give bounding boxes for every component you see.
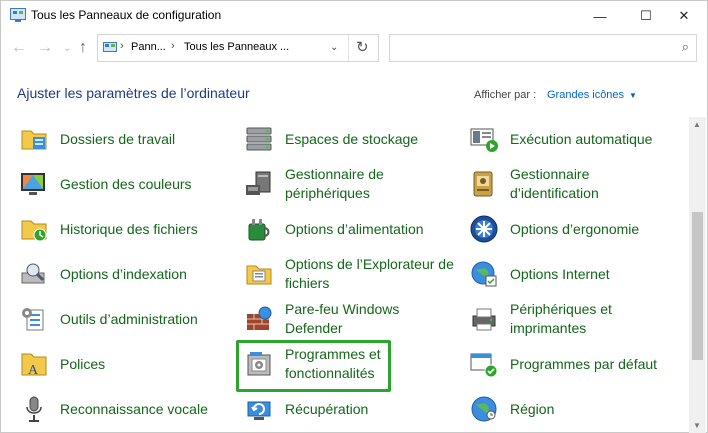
address-divider [348,35,349,61]
search-box[interactable]: ⌕ [389,34,697,62]
item-default-programs[interactable]: Programmes par défaut [469,342,679,386]
item-label: Options d’ergonomie [510,220,640,237]
scroll-up-icon[interactable]: ▲ [693,120,701,129]
item-file-explorer-options[interactable]: Options de l’Explorateur de fichiers [244,252,454,296]
recovery-icon [247,401,271,420]
scrollbar-thumb[interactable] [692,212,703,360]
item-credential-manager[interactable]: Gestionnaire d’identification [469,162,679,206]
dropdown-caret-icon: ▼ [629,91,637,100]
firewall-icon [247,306,272,330]
work-folders-icon [21,130,47,150]
item-label: Historique des fichiers [60,220,198,237]
item-color-management[interactable]: Gestion des couleurs [19,162,219,206]
item-power-options[interactable]: Options d’alimentation [244,207,454,251]
address-bar[interactable]: › Pann... › Tous les Panneaux ... ⌄ ↻ [97,34,379,62]
search-icon[interactable]: ⌕ [682,39,689,55]
item-file-history[interactable]: Historique des fichiers [19,207,219,251]
minimize-icon: — [593,8,607,24]
scroll-down-icon[interactable]: ▼ [693,421,701,430]
item-autoplay[interactable]: Exécution automatique [469,117,679,161]
window-title: Tous les Panneaux de configuration [31,8,222,22]
maximize-icon: ☐ [640,8,652,23]
ease-of-access-icon [470,215,498,243]
item-work-folders[interactable]: Dossiers de travail [19,117,219,161]
internet-options-icon [471,261,497,287]
close-button[interactable]: ✕ [661,1,707,31]
item-label: Pare-feu Windows Defender [285,301,400,336]
item-label: Options d’alimentation [285,220,424,237]
item-label: Gestion des couleurs [60,175,192,192]
page-title: Ajuster les paramètres de l’ordinateur [17,85,250,101]
item-storage-spaces[interactable]: Espaces de stockage [244,117,454,161]
device-manager-icon [246,171,271,195]
color-management-icon [21,173,45,195]
item-recovery[interactable]: Récupération [244,387,454,431]
up-arrow-icon[interactable]: ↑ [79,39,87,57]
breadcrumb-panneaux[interactable]: Pann... [131,41,166,53]
item-label: Programmes par défaut [510,355,658,372]
control-panel-window: Tous les Panneaux de configuration — ☐ ✕… [0,0,708,433]
item-label: Gestionnaire de périphériques [285,166,384,201]
refresh-icon[interactable]: ↻ [356,38,369,56]
view-by-dropdown[interactable]: Grandes icônes ▼ [547,89,637,101]
item-fonts[interactable]: A Polices [19,342,219,386]
minimize-button[interactable]: — [577,1,623,31]
item-internet-options[interactable]: Options Internet [469,252,679,296]
item-label: Dossiers de travail [60,130,176,147]
file-explorer-options-icon [246,265,272,285]
control-panel-small-icon [103,42,117,52]
breadcrumb-separator-icon: › [171,40,175,52]
item-devices-printers[interactable]: Périphériques et imprimantes [469,297,679,341]
fonts-icon: A [21,353,47,378]
item-ease-of-access[interactable]: Options d’ergonomie [469,207,679,251]
control-panel-icon [10,8,26,22]
microphone-icon [26,396,42,422]
item-device-manager[interactable]: Gestionnaire de périphériques [244,162,454,206]
indexing-options-icon [21,263,45,284]
power-options-icon [248,219,270,241]
item-windows-firewall[interactable]: Pare-feu Windows Defender [244,297,454,341]
item-region[interactable]: Région [469,387,679,431]
recent-locations-chevron-icon[interactable]: ⌄ [63,43,71,54]
item-indexing-options[interactable]: Options d’indexation [19,252,219,296]
item-label: Options de l’Explorateur de fichiers [285,256,454,291]
item-label: Espaces de stockage [285,130,419,147]
default-programs-icon [470,353,498,378]
item-label: Gestionnaire d’identification [510,166,599,201]
item-admin-tools[interactable]: Outils d’administration [19,297,219,341]
forward-arrow-icon[interactable]: → [37,39,53,57]
close-icon: ✕ [678,8,690,23]
item-label: Exécution automatique [510,130,653,147]
item-label: Récupération [285,400,369,417]
item-label: Région [510,400,555,417]
item-label: Polices [60,355,106,372]
item-label: Reconnaissance vocale [60,400,208,417]
item-label: Options d’indexation [60,265,187,282]
autoplay-icon [470,128,498,152]
svg-text:A: A [28,363,39,378]
devices-printers-icon [472,308,496,331]
address-dropdown-icon[interactable]: ⌄ [330,42,338,53]
file-history-icon [21,220,47,242]
item-label: Options Internet [510,265,610,282]
navigation-bar: ← → ⌄ ↑ › Pann... › Tous les Panneaux ..… [1,31,707,65]
breadcrumb-separator-icon: › [120,40,124,52]
item-label: Périphériques et imprimantes [510,301,612,336]
title-bar: Tous les Panneaux de configuration — ☐ ✕ [1,1,707,31]
storage-spaces-icon [246,127,272,151]
item-speech-recognition[interactable]: Reconnaissance vocale [19,387,219,431]
credential-manager-icon [473,171,493,197]
admin-tools-icon [22,308,44,331]
back-arrow-icon[interactable]: ← [11,39,27,57]
vertical-scrollbar[interactable]: ▲ ▼ [689,117,706,433]
item-label: Outils d’administration [60,310,198,327]
region-icon [471,396,497,422]
highlight-box [236,340,391,392]
view-by-label: Afficher par : [474,89,537,101]
breadcrumb-tous-les-panneaux[interactable]: Tous les Panneaux ... [184,41,289,53]
